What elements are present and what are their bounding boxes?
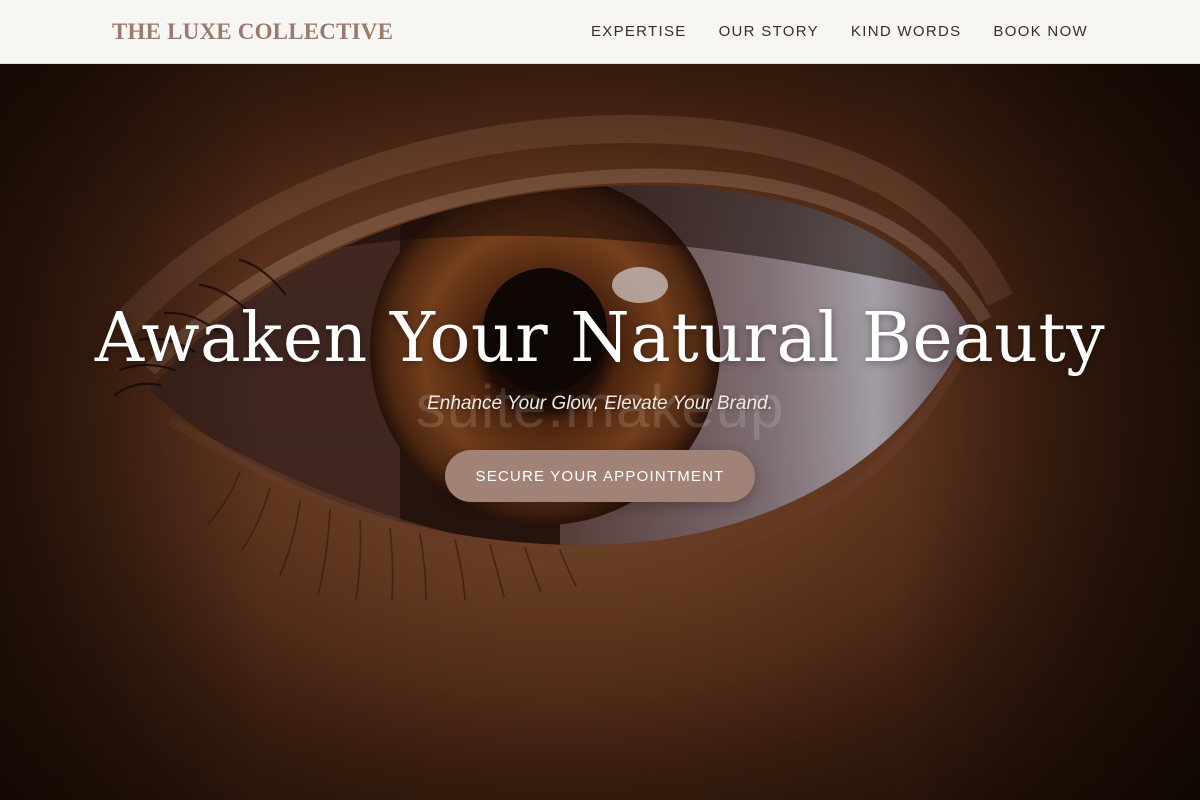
nav-item-book-now[interactable]: BOOK NOW xyxy=(993,21,1088,43)
hero-title: Awaken Your Natural Beauty xyxy=(94,299,1106,378)
landing-page: suite.makeup THE LUXE COLLECTIVE EXPERTI… xyxy=(0,0,1200,800)
nav-item-our-story[interactable]: OUR STORY xyxy=(719,21,819,43)
secure-appointment-button[interactable]: SECURE YOUR APPOINTMENT xyxy=(445,450,755,502)
hero-content: Awaken Your Natural Beauty Enhance Your … xyxy=(0,296,1200,502)
nav-item-kind-words[interactable]: KIND WORDS xyxy=(851,21,962,43)
nav-links: EXPERTISE OUR STORY KIND WORDS BOOK NOW xyxy=(591,21,1088,43)
top-navbar: THE LUXE COLLECTIVE EXPERTISE OUR STORY … xyxy=(0,0,1200,64)
brand-logo[interactable]: THE LUXE COLLECTIVE xyxy=(112,17,393,47)
hero-subtitle: Enhance Your Glow, Elevate Your Brand. xyxy=(427,393,773,414)
nav-item-expertise[interactable]: EXPERTISE xyxy=(591,21,687,43)
